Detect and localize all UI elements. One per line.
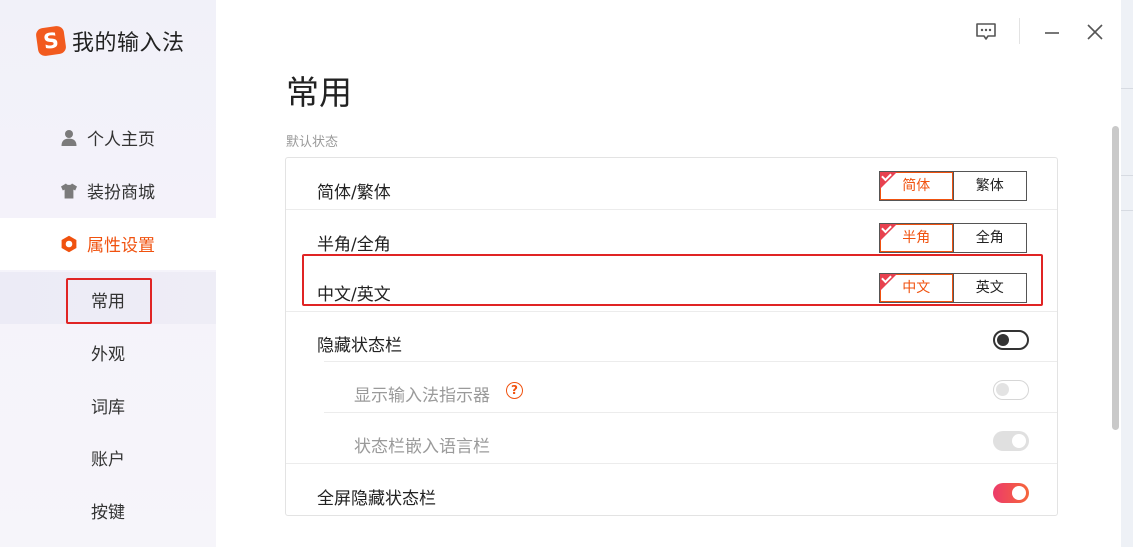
setting-label: 显示输入法指示器 [354,386,490,406]
option-label: 简体 [902,178,931,194]
setting-row-hide-status-bar: 隐藏状态栏 [286,314,1057,365]
row-divider [286,311,1057,312]
option-fullwidth[interactable]: 全角 [952,224,1027,252]
setting-row-show-indicator: 显示输入法指示器 ? [286,364,1057,415]
edge-line [1121,175,1133,176]
page-title: 常用 [286,73,352,112]
sidebar-subitem-account[interactable]: 账户 [0,430,216,482]
sidebar-subitem-appearance[interactable]: 外观 [0,325,216,377]
setting-label: 隐藏状态栏 [317,336,402,356]
settings-panel: 简体/繁体 简体 繁体 半角/全角 半角 全角 中文/英文 中文 英文 隐藏状态… [285,157,1058,516]
vertical-scrollbar[interactable] [1112,126,1119,430]
toggle-knob [1012,434,1026,448]
annotation-highlight-chinese-english [302,254,1043,306]
option-simplified[interactable]: 简体 [880,170,953,200]
setting-row-simplified-traditional: 简体/繁体 简体 繁体 [286,161,1057,212]
toggle-knob [996,383,1009,396]
sidebar-subitem-keys[interactable]: 按键 [0,483,216,535]
setting-label: 半角/全角 [317,235,391,255]
toggle-knob [1012,486,1026,500]
setting-row-embed-language-bar: 状态栏嵌入语言栏 [286,415,1057,466]
setting-row-fullscreen-hide-status-bar: 全屏隐藏状态栏 [286,467,1057,518]
sidebar-item-label: 个人主页 [87,130,155,150]
sogou-logo-icon: S [35,25,67,57]
setting-label: 全屏隐藏状态栏 [317,489,436,509]
option-label: 繁体 [975,178,1004,194]
settings-hexagon-icon [61,235,77,253]
toggle-hide-status-bar[interactable] [993,330,1029,350]
section-title: 默认状态 [286,135,339,150]
row-divider [286,463,1057,464]
row-divider [286,209,1057,210]
minimize-icon[interactable] [1041,21,1063,43]
sidebar-item-label: 属性设置 [87,236,155,256]
shirt-icon [61,183,77,199]
option-halfwidth[interactable]: 半角 [880,222,953,252]
sidebar-subitem-label: 账户 [91,450,125,470]
row-divider [324,361,1057,362]
option-traditional[interactable]: 繁体 [952,172,1027,200]
help-icon[interactable]: ? [506,382,523,399]
sidebar-item-skin-store[interactable]: 装扮商城 [0,165,216,217]
sidebar-subitem-label: 按键 [91,503,125,523]
toggle-knob [997,334,1009,346]
annotation-highlight-common [66,278,152,324]
feedback-icon[interactable] [975,21,997,43]
setting-label: 状态栏嵌入语言栏 [354,437,490,457]
sidebar: S 我的输入法 个人主页 装扮商城 属性设置 常用 外观 词库 账户 按键 [0,0,216,547]
edge-line [1121,88,1133,89]
option-label: 半角 [902,230,931,246]
sidebar-subitem-label: 外观 [91,345,125,365]
segmented-control-width: 半角 全角 [879,222,1027,253]
toggle-embed-language-bar[interactable] [993,431,1029,451]
user-icon [61,130,77,146]
sidebar-item-settings[interactable]: 属性设置 [0,218,216,270]
app-name: 我的输入法 [72,31,185,56]
titlebar-divider [1019,18,1020,44]
settings-window: S 我的输入法 个人主页 装扮商城 属性设置 常用 外观 词库 账户 按键 常用… [0,0,1133,547]
sidebar-item-label: 装扮商城 [87,183,155,203]
edge-line [1121,210,1133,211]
app-brand: S 我的输入法 [35,24,185,58]
segmented-control-script: 简体 繁体 [879,170,1027,201]
row-divider [324,412,1057,413]
close-icon[interactable] [1084,21,1106,43]
sidebar-subitem-dictionary[interactable]: 词库 [0,378,216,430]
background-window-edge [1121,0,1133,547]
setting-label: 简体/繁体 [317,183,391,203]
toggle-fullscreen-hide-status-bar[interactable] [993,483,1029,503]
sidebar-item-profile[interactable]: 个人主页 [0,112,216,164]
option-label: 全角 [975,230,1004,246]
sidebar-subitem-label: 词库 [91,398,125,418]
toggle-show-indicator[interactable] [993,380,1029,400]
